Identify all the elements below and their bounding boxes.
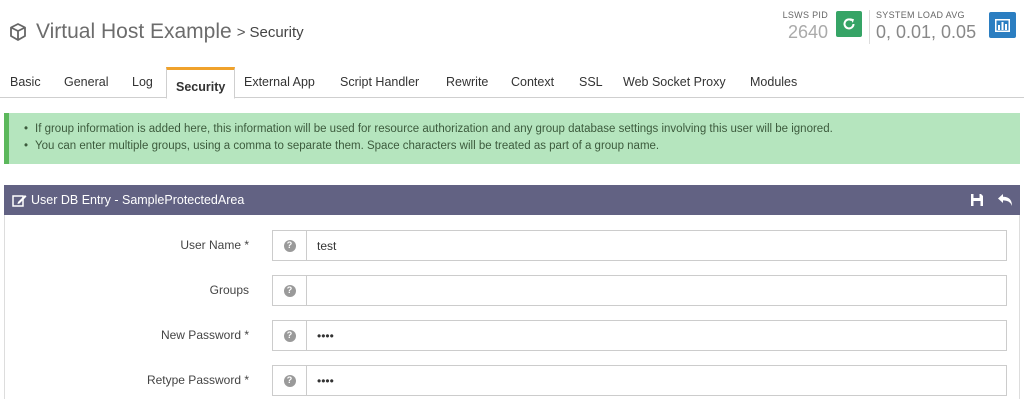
tab-general[interactable]: General — [64, 75, 108, 89]
help-icon: ? — [283, 284, 296, 297]
new-password-input[interactable] — [306, 320, 1007, 351]
new-password-help[interactable]: ? — [272, 320, 306, 351]
page-title: Virtual Host Example — [36, 20, 232, 43]
groups-label: Groups — [209, 283, 249, 297]
tab-bar: Basic General Log Security External App … — [0, 67, 1024, 99]
page-header: Virtual Host Example > Security LSWS PID… — [0, 0, 1024, 62]
tab-external-app[interactable]: External App — [244, 75, 315, 89]
tab-web-socket-proxy[interactable]: Web Socket Proxy — [623, 75, 726, 89]
breadcrumb-separator: > — [236, 23, 246, 41]
tab-basic[interactable]: Basic — [10, 75, 41, 89]
panel-header: User DB Entry - SampleProtectedArea — [4, 185, 1020, 215]
restart-button[interactable] — [836, 11, 862, 37]
form-row-user-name: User Name * ? — [5, 230, 1021, 261]
tab-log[interactable]: Log — [132, 75, 153, 89]
tab-ssl[interactable]: SSL — [579, 75, 603, 89]
real-time-stats-button[interactable] — [989, 12, 1016, 38]
groups-help[interactable]: ? — [272, 275, 306, 306]
retype-password-label: Retype Password * — [146, 373, 249, 387]
system-load-label: SYSTEM LOAD AVG — [876, 10, 965, 20]
lsws-pid-value: 2640 — [787, 22, 828, 42]
lsws-pid: LSWS PID 2640 — [778, 10, 828, 43]
help-icon: ? — [283, 239, 296, 252]
retype-password-input[interactable] — [306, 365, 1007, 396]
user-name-help[interactable]: ? — [272, 230, 306, 261]
cube-icon — [10, 23, 26, 41]
tab-script-handler[interactable]: Script Handler — [340, 75, 419, 89]
groups-input[interactable] — [306, 275, 1007, 306]
header-divider — [869, 10, 870, 44]
info-line: If group information is added here, this… — [24, 121, 1020, 138]
info-alert: If group information is added here, this… — [4, 113, 1020, 164]
save-icon[interactable] — [970, 193, 984, 207]
tab-modules[interactable]: Modules — [750, 75, 797, 89]
form-row-new-password: New Password * ? — [5, 320, 1021, 351]
edit-icon — [12, 194, 27, 207]
retype-password-help[interactable]: ? — [272, 365, 306, 396]
breadcrumb-current: Security — [249, 23, 304, 41]
panel-title: User DB Entry - SampleProtectedArea — [31, 193, 245, 207]
form-row-groups: Groups ? — [5, 275, 1021, 306]
form-row-retype-password: Retype Password * ? — [5, 365, 1021, 396]
info-line: You can enter multiple groups, using a c… — [24, 138, 1020, 155]
tab-context[interactable]: Context — [511, 75, 554, 89]
panel-body: User Name * ? Groups ? New Password * ? … — [4, 215, 1020, 399]
user-name-input[interactable] — [306, 230, 1007, 261]
tab-rewrite[interactable]: Rewrite — [446, 75, 488, 89]
help-icon: ? — [283, 329, 296, 342]
info-list: If group information is added here, this… — [24, 121, 1020, 155]
refresh-icon — [843, 18, 855, 30]
lsws-pid-label: LSWS PID — [782, 10, 828, 20]
system-load: SYSTEM LOAD AVG 0, 0.01, 0.05 — [876, 10, 976, 43]
user-name-label: User Name * — [180, 238, 249, 252]
undo-icon[interactable] — [997, 193, 1013, 207]
breadcrumb: Virtual Host Example > Security — [8, 20, 304, 44]
help-icon: ? — [283, 374, 296, 387]
bar-chart-icon — [995, 18, 1010, 32]
new-password-label: New Password * — [160, 328, 249, 342]
system-load-value: 0, 0.01, 0.05 — [876, 22, 977, 42]
tab-security[interactable]: Security — [166, 67, 236, 99]
